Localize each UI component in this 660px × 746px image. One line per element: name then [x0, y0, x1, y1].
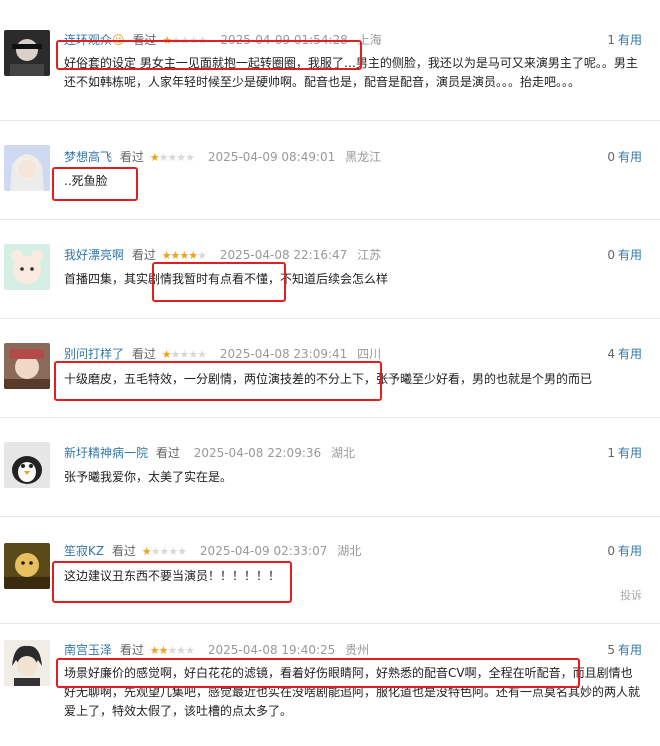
comment-time: 2025-04-08 22:16:47 [219, 248, 348, 262]
useful-button[interactable]: 1 有用 [607, 443, 642, 463]
watched-label: 看过 [131, 347, 156, 361]
comment-item: 新圩精神病一院 看过 2025-04-08 22:09:36 湖北 1 有用 张予… [0, 418, 660, 516]
comment-location: 四川 [357, 347, 382, 361]
avatar[interactable] [4, 145, 50, 191]
avatar[interactable] [4, 343, 50, 389]
comment-time: 2025-04-08 19:40:25 [207, 643, 336, 657]
comment-item: 我好漂亮啊 看过 ★★★★★ 2025-04-08 22:16:47 江苏 0有… [0, 220, 660, 318]
comment-text: 场景好廉价的感觉啊，好白花花的滤镜，看着好伤眼睛阿，好熟悉的配音CV啊，全程在听… [64, 666, 641, 718]
report-link[interactable]: 投诉 [620, 587, 642, 603]
watched-label: 看过 [131, 248, 156, 262]
comment-text: 张予曦我爱你，太美了实在是。 [64, 470, 233, 484]
avatar[interactable] [4, 442, 50, 488]
useful-button[interactable]: 0 有用 [607, 147, 642, 167]
rating-stars: ★★★★★ [149, 644, 195, 657]
comment-time: 2025-04-09 02:33:07 [199, 544, 328, 558]
smiley-emoji-icon: ☺ [112, 33, 125, 47]
rating-stars: ★★★★★ [162, 34, 207, 47]
comment-location: 黑龙江 [345, 150, 382, 164]
comment-location: 上海 [357, 33, 382, 47]
comment-location: 湖北 [330, 446, 355, 460]
comment-time: 2025-04-09 08:49:01 [207, 150, 336, 164]
comment-text: 十级磨皮，五毛特效，一分剧情，两位演技差的不分上下，张予曦至少好看，男的也就是个… [64, 372, 593, 386]
comment-item: 梦想高飞 看过 ★★★★★ 2025-04-09 08:49:01 黑龙江 0有… [0, 121, 660, 219]
avatar[interactable] [4, 30, 50, 76]
username-link[interactable]: 梦想高飞 [64, 150, 112, 164]
username-link[interactable]: 南宫玉泽 [64, 643, 112, 657]
avatar[interactable] [4, 543, 50, 589]
comment-text: 这边建议丑东西不要当演员！！！！！！ [64, 569, 281, 583]
useful-button[interactable]: 0 有用 [607, 245, 642, 265]
useful-button[interactable]: 5 有用 [607, 640, 642, 660]
watched-label: 看过 [119, 150, 144, 164]
comment-location: 贵州 [345, 643, 370, 657]
comment-text: 好俗套的设定 男女主一见面就抱一起转圈圈，我服了…男主的侧脸，我还以为是马可又来… [64, 56, 638, 89]
useful-button[interactable]: 4 有用 [607, 344, 642, 364]
watched-label: 看过 [155, 446, 180, 460]
avatar[interactable] [4, 640, 50, 686]
username-link[interactable]: 笙寂KZ [64, 544, 104, 558]
rating-stars: ★★★★★ [161, 348, 207, 361]
username-link[interactable]: 别问打样了 [64, 347, 124, 361]
username-link[interactable]: 新圩精神病一院 [64, 446, 148, 460]
useful-button[interactable]: 1 有用 [607, 30, 642, 50]
comment-item: 别问打样了 看过 ★★★★★ 2025-04-08 23:09:41 四川 4有… [0, 319, 660, 417]
comment-time: 2025-04-09 01:54:28 [220, 33, 348, 47]
comment-text: ..死鱼脸 [64, 174, 108, 188]
comment-location: 江苏 [357, 248, 382, 262]
username-link[interactable]: 连环观众 [64, 33, 112, 47]
comment-time: 2025-04-08 22:09:36 [193, 446, 322, 460]
watched-label: 看过 [119, 643, 144, 657]
rating-stars: ★★★★★ [161, 249, 207, 262]
comment-item: 南宫玉泽 看过 ★★★★★ 2025-04-08 19:40:25 贵州 5 有用… [0, 624, 660, 746]
username-link[interactable]: 我好漂亮啊 [64, 248, 124, 262]
watched-label: 看过 [111, 544, 136, 558]
comment-time: 2025-04-08 23:09:41 [219, 347, 348, 361]
comment-text: 首播四集，其实剧情我暂时有点看不懂，不知道后续会怎么样 [64, 272, 389, 286]
watched-label: 看过 [132, 33, 157, 47]
comment-item: 连环观众☺ 看过 ★★★★★ 2025-04-09 01:54:28 上海 1有… [0, 0, 660, 120]
rating-stars: ★★★★★ [141, 545, 187, 558]
comment-item: 笙寂KZ 看过 ★★★★★ 2025-04-09 02:33:07 湖北 0 有用… [0, 517, 660, 623]
rating-stars: ★★★★★ [149, 151, 195, 164]
useful-button[interactable]: 0 有用 [607, 541, 642, 561]
comment-location: 湖北 [337, 544, 362, 558]
avatar[interactable] [4, 244, 50, 290]
